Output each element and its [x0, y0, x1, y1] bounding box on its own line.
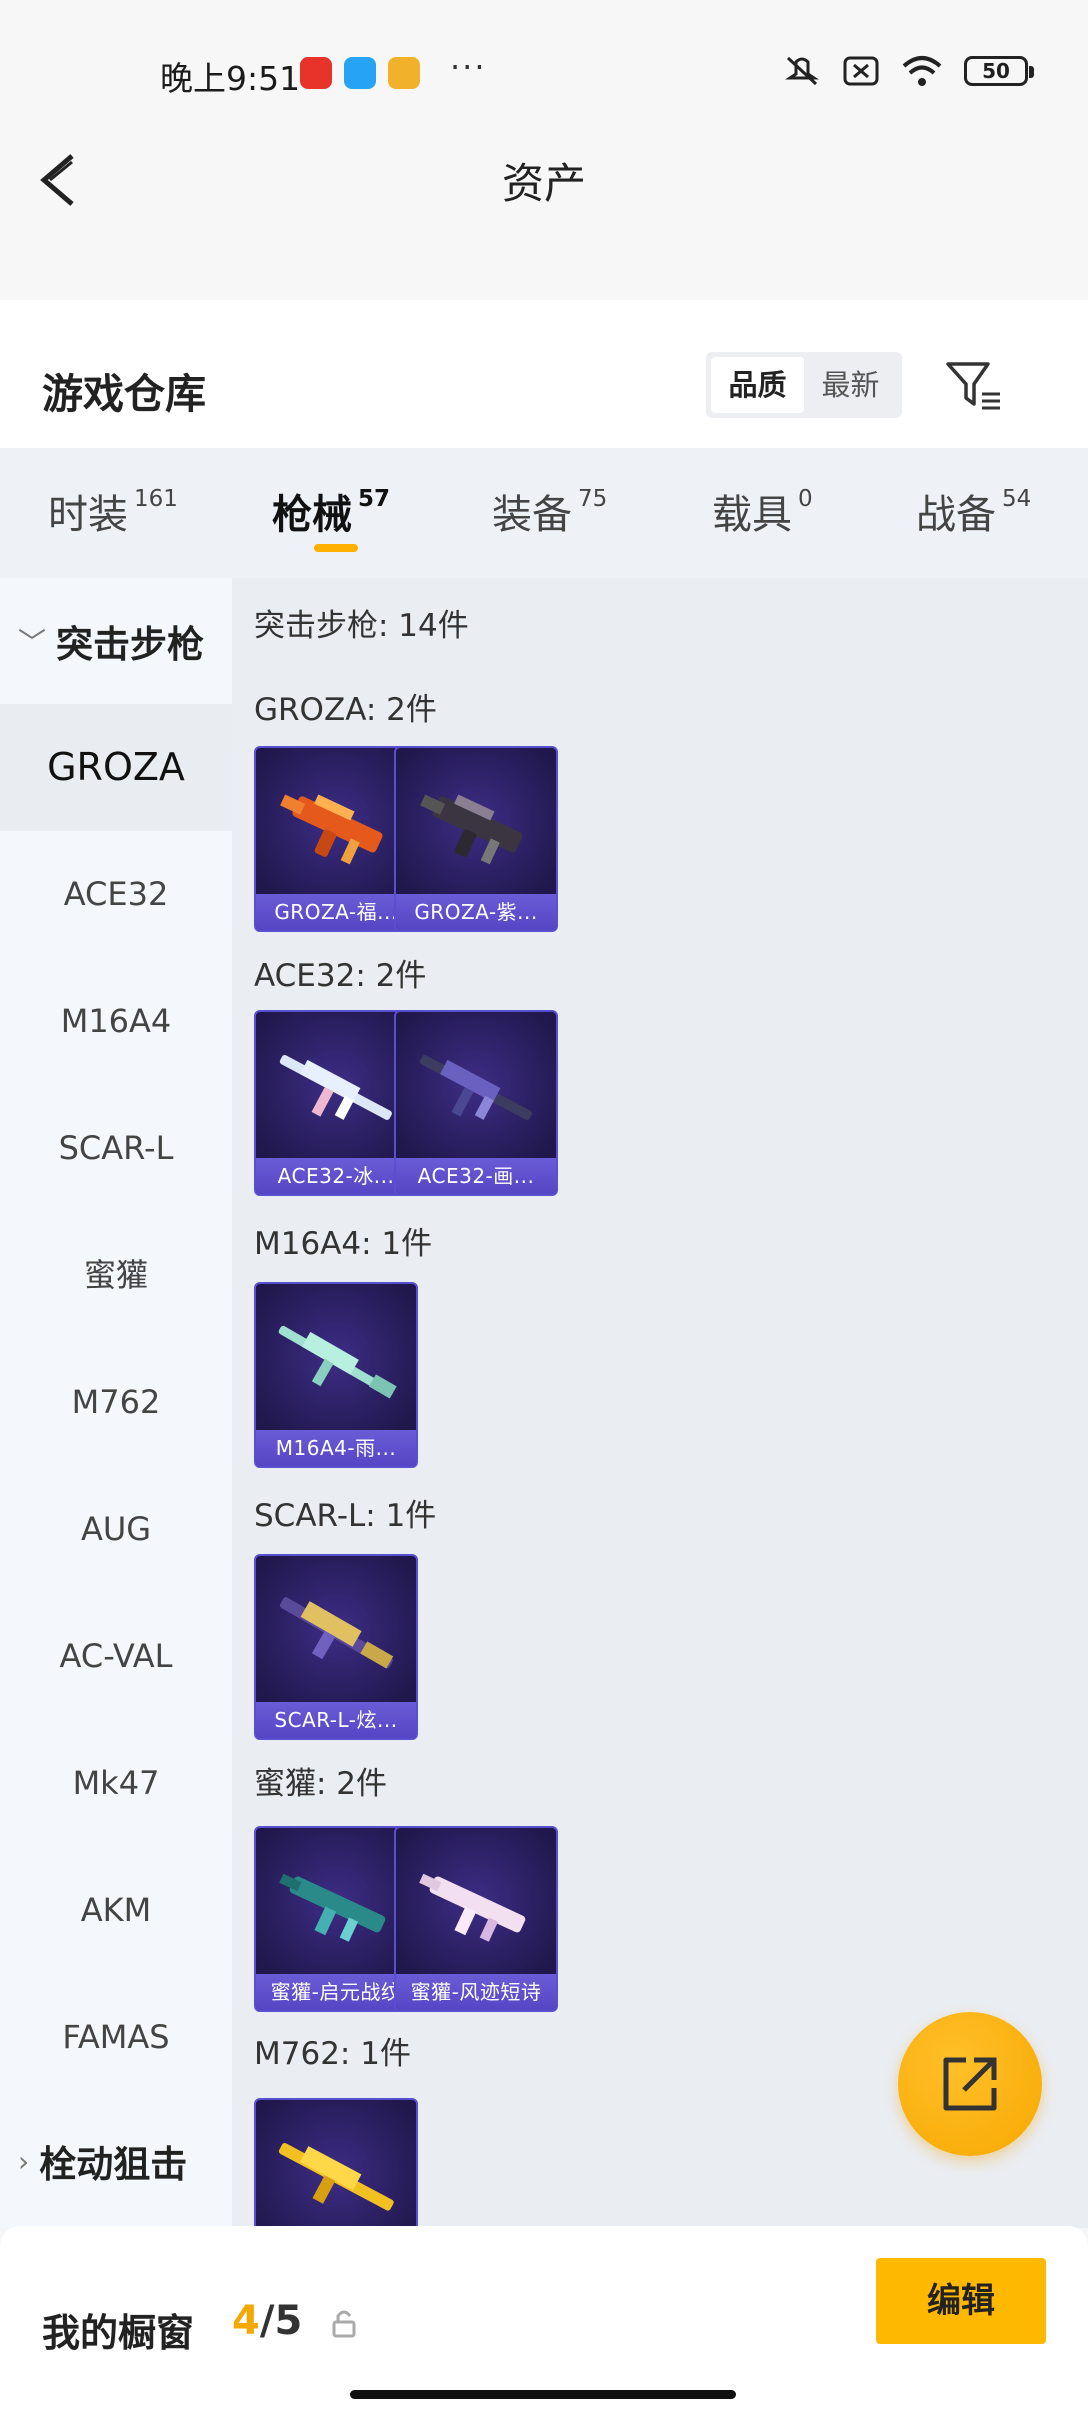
page-title: 资产	[501, 159, 586, 208]
sidebar-item-mk47[interactable]: Mk47	[0, 1720, 232, 1847]
sidebar-item-ace32[interactable]: ACE32	[0, 831, 232, 958]
group-title-scar-l: SCAR-L: 1件	[254, 1498, 437, 1534]
chevron-down-icon: ﹀	[18, 626, 47, 659]
sidebar-item-famas[interactable]: FAMAS	[0, 1974, 232, 2101]
m762-skin-image	[278, 2143, 394, 2211]
edit-button[interactable]: 编辑	[876, 2258, 1046, 2344]
tab-equipment[interactable]: 装备 75	[492, 482, 607, 540]
showcase-bar: 我的橱窗 4/5 编辑	[0, 2226, 1088, 2417]
section-title: 突击步枪: 14件	[254, 608, 469, 644]
status-bar: 晚上9:51 ··· 50	[0, 0, 1088, 150]
sidebar-item-m762[interactable]: M762	[0, 1339, 232, 1466]
weapon-sidebar: ﹀ 突击步枪 GROZA ACE32 M16A4 SCAR-L 蜜獾 M762 …	[0, 578, 232, 2228]
weapon-card[interactable]: ACE32-画...	[394, 1010, 558, 1196]
sidebar-item-ac-val[interactable]: AC-VAL	[0, 1593, 232, 1720]
showcase-title: 我的橱窗	[42, 2311, 195, 2355]
weapon-card-label: GROZA-紫...	[396, 894, 556, 930]
weapon-card[interactable]	[254, 2098, 418, 2228]
tab-supplies[interactable]: 战备 54	[916, 482, 1031, 540]
honey-badger-skin-image	[419, 1873, 526, 1942]
filter-icon[interactable]	[944, 358, 1004, 414]
weapon-card[interactable]: 蜜獾-风迹短诗	[394, 1826, 558, 2012]
status-icons: 50	[782, 54, 1034, 88]
more-notifications-icon: ···	[450, 48, 487, 86]
group-title-groza: GROZA: 2件	[254, 692, 437, 728]
notification-app-icon	[344, 57, 376, 89]
battery-icon: 50	[964, 56, 1034, 86]
group-title-m762: M762: 1件	[254, 2036, 411, 2072]
weapon-card-label: 蜜獾-启元战纹	[256, 1974, 416, 2010]
showcase-count: 4/5	[232, 2298, 303, 2344]
notification-app-icon	[388, 57, 420, 89]
sidebar-group-bolt-snipers[interactable]: › 栓动狙击	[0, 2106, 232, 2216]
weapon-card[interactable]: M16A4-雨...	[254, 1282, 418, 1468]
lock-icon	[332, 2310, 356, 2338]
sidebar-item-groza[interactable]: GROZA	[0, 704, 232, 831]
sort-option-quality[interactable]: 品质	[711, 357, 804, 413]
sidebar-item-m16a4[interactable]: M16A4	[0, 958, 232, 1085]
no-sim-icon	[843, 56, 879, 86]
wifi-icon	[902, 56, 942, 86]
tab-fashion[interactable]: 时装 161	[48, 482, 178, 540]
category-tabs: 时装 161 枪械 57 装备 75 载具 0 战备 54	[0, 448, 1088, 578]
weapon-card-label: ACE32-冰...	[256, 1158, 416, 1194]
sidebar-item-honey-badger[interactable]: 蜜獾	[0, 1212, 232, 1339]
group-title-m16a4: M16A4: 1件	[254, 1226, 433, 1262]
notification-app-icon	[300, 57, 332, 89]
scar-l-skin-image	[279, 1597, 394, 1669]
weapon-card[interactable]: GROZA-紫...	[394, 746, 558, 932]
group-title-ace32: ACE32: 2件	[254, 958, 427, 994]
weapon-card-label: M16A4-雨...	[256, 1430, 416, 1466]
groza-skin-image	[420, 794, 523, 865]
sidebar-item-akm[interactable]: AKM	[0, 1847, 232, 1974]
weapon-card-label: SCAR-L-炫...	[256, 1702, 416, 1738]
active-tab-indicator	[314, 544, 358, 552]
m16a4-skin-image	[278, 1325, 397, 1399]
sidebar-group-assault-rifles[interactable]: ﹀ 突击步枪	[0, 578, 232, 704]
ace32-skin-image	[279, 1055, 392, 1120]
tab-firearms[interactable]: 枪械 57	[272, 482, 390, 540]
weapon-card-label: GROZA-福...	[256, 894, 416, 930]
tab-vehicles[interactable]: 载具 0	[712, 482, 813, 540]
status-time: 晚上9:51	[160, 59, 301, 98]
weapon-card-label: ACE32-画...	[396, 1158, 556, 1194]
warehouse-header: 游戏仓库 品质 最新	[0, 300, 1088, 448]
ace32-skin-image	[419, 1055, 532, 1120]
weapon-card[interactable]: SCAR-L-炫...	[254, 1554, 418, 1740]
sort-toggle: 品质 最新	[706, 352, 902, 418]
groza-skin-image	[280, 794, 383, 865]
sidebar-item-scar-l[interactable]: SCAR-L	[0, 1085, 232, 1212]
home-indicator[interactable]	[350, 2390, 736, 2399]
honey-badger-skin-image	[279, 1873, 386, 1942]
sidebar-item-aug[interactable]: AUG	[0, 1466, 232, 1593]
mute-icon	[785, 56, 819, 86]
chevron-right-icon: ›	[18, 2144, 30, 2178]
weapon-card-label: 蜜獾-风迹短诗	[396, 1974, 556, 2010]
warehouse-title: 游戏仓库	[42, 370, 206, 418]
share-button[interactable]	[898, 2012, 1042, 2156]
external-link-icon	[943, 2057, 997, 2111]
weapon-list: 突击步枪: 14件 GROZA: 2件 GROZA-福... GROZA-紫..…	[232, 578, 1088, 2228]
sort-option-latest[interactable]: 最新	[804, 357, 897, 413]
group-title-honey-badger: 蜜獾: 2件	[254, 1766, 388, 1802]
